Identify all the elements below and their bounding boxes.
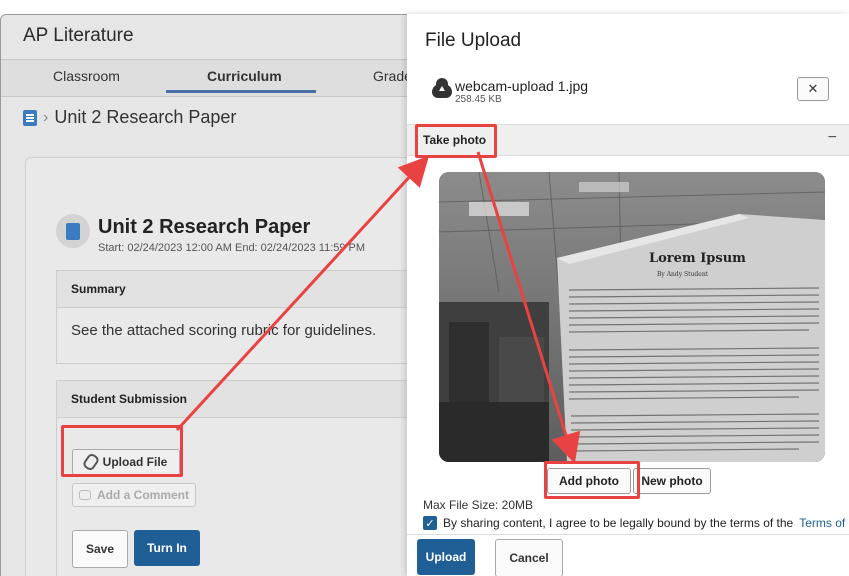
active-tab-indicator — [166, 90, 316, 93]
webcam-photo-image: Lorem Ipsum By Andy Student — [439, 172, 825, 462]
screenshot-frame: AP Literature Classroom Curriculum Grade… — [0, 0, 849, 576]
terms-agreement: ✓ By sharing content, I agree to be lega… — [423, 516, 845, 530]
tab-classroom[interactable]: Classroom — [53, 68, 120, 84]
add-comment-label: Add a Comment — [96, 488, 189, 502]
terms-link[interactable]: Terms of — [799, 516, 845, 530]
assignment-card: Unit 2 Research Paper Start: 02/24/2023 … — [25, 157, 428, 576]
new-photo-button[interactable]: New photo — [633, 468, 711, 494]
assignment-icon — [56, 214, 90, 248]
take-photo-header[interactable]: Take photo − — [407, 124, 849, 156]
panel-title: File Upload — [425, 30, 522, 51]
summary-text: See the attached scoring rubric for guid… — [71, 322, 377, 339]
submission-heading: Student Submission — [57, 381, 427, 418]
remove-file-button[interactable]: ✕ — [797, 77, 829, 101]
paperclip-icon — [81, 452, 101, 472]
tab-curriculum[interactable]: Curriculum — [207, 68, 282, 84]
cancel-button[interactable]: Cancel — [495, 539, 563, 576]
app-title: AP Literature — [23, 25, 134, 46]
assignment-dates: Start: 02/24/2023 12:00 AM End: 02/24/20… — [98, 242, 366, 254]
summary-heading: Summary — [57, 271, 427, 308]
webcam-photo: Lorem Ipsum By Andy Student — [439, 172, 825, 462]
tab-bar: Classroom Curriculum Grade — [1, 59, 421, 97]
terms-checkbox[interactable]: ✓ — [423, 516, 437, 530]
take-photo-label: Take photo — [423, 133, 487, 147]
photo-doc-byline: By Andy Student — [657, 271, 709, 278]
save-button[interactable]: Save — [72, 530, 128, 568]
summary-section: Summary See the attached scoring rubric … — [56, 270, 428, 364]
cloud-upload-icon — [432, 78, 452, 98]
upload-file-button[interactable]: Upload File — [72, 449, 180, 475]
max-file-size: Max File Size: 20MB — [423, 498, 534, 512]
file-name: webcam-upload 1.jpg — [455, 78, 589, 94]
chevron-right-icon: › — [43, 108, 49, 126]
comment-icon — [78, 490, 91, 500]
upload-button[interactable]: Upload — [417, 539, 475, 575]
collapse-icon[interactable]: − — [828, 129, 837, 147]
file-upload-panel: File Upload webcam-upload 1.jpg 258.45 K… — [407, 14, 849, 576]
assignment-title: Unit 2 Research Paper — [98, 216, 311, 238]
breadcrumb-title: Unit 2 Research Paper — [54, 107, 237, 127]
photo-doc-heading: Lorem Ipsum — [649, 251, 746, 266]
add-photo-button[interactable]: Add photo — [547, 468, 631, 494]
add-comment-button[interactable]: Add a Comment — [72, 483, 196, 507]
breadcrumb: › Unit 2 Research Paper — [23, 107, 236, 128]
uploaded-file-row: webcam-upload 1.jpg 258.45 KB ✕ — [407, 66, 849, 126]
terms-text: By sharing content, I agree to be legall… — [443, 516, 794, 530]
upload-file-label: Upload File — [102, 455, 168, 469]
panel-footer: Upload Cancel — [407, 534, 849, 576]
turn-in-button[interactable]: Turn In — [134, 530, 200, 566]
file-size: 258.45 KB — [455, 94, 502, 105]
document-icon[interactable] — [23, 109, 37, 126]
